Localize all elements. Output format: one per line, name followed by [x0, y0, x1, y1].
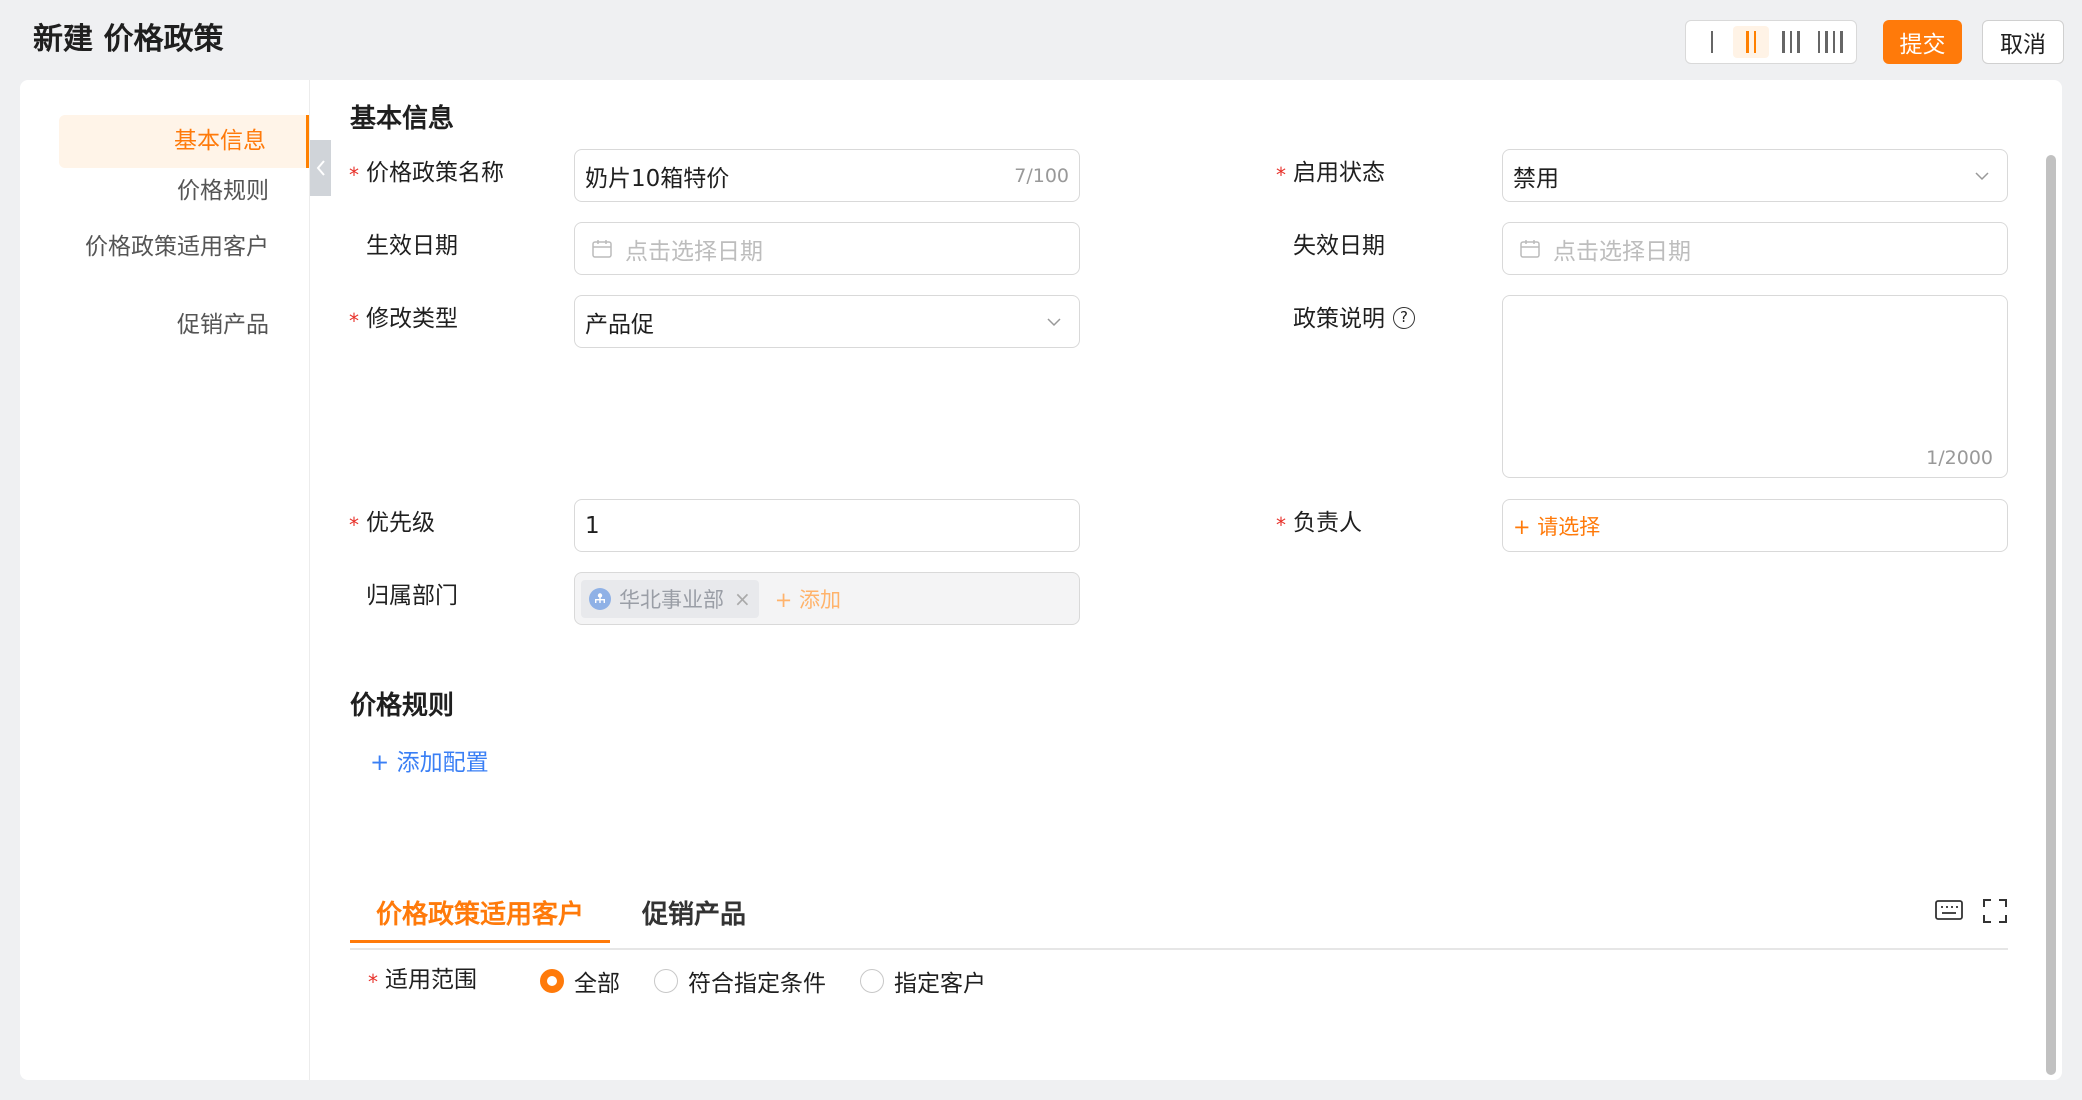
two-column-icon[interactable]: [1733, 26, 1770, 58]
policy-name-value: 奶片10箱特价: [585, 165, 730, 192]
effective-date-placeholder: 点击选择日期: [625, 238, 763, 265]
department-label: 归属部门: [366, 583, 458, 609]
section-title-price-rules: 价格规则: [350, 691, 455, 721]
priority-label: * 优先级: [349, 510, 435, 537]
department-tag-label: 华北事业部: [619, 587, 724, 612]
scope-label: * 适用范围: [368, 967, 477, 994]
owner-label: * 负责人: [1276, 510, 1362, 537]
chevron-down-icon: [1047, 317, 1061, 326]
status-label: * 启用状态: [1276, 160, 1385, 187]
description-label: 政策说明?: [1293, 304, 1415, 334]
radio-unchecked-icon: [860, 969, 884, 993]
policy-name-input[interactable]: 奶片10箱特价 7/100: [574, 149, 1080, 202]
owner-select-link[interactable]: + 请选择: [1513, 511, 1600, 541]
four-column-icon[interactable]: [1812, 26, 1848, 58]
modify-type-value: 产品促: [585, 311, 654, 338]
top-bar: 新建 价格政策 提交 取消: [0, 0, 2082, 80]
detail-tabs: 价格政策适用客户 促销产品: [350, 880, 2008, 950]
department-field: 华北事业部 × + 添加: [574, 572, 1080, 625]
calendar-icon: [592, 239, 612, 258]
help-icon[interactable]: ?: [1393, 306, 1415, 329]
form-card: 基本信息 价格规则 价格政策适用客户 促销产品 基本信息 * 价格政策名称 奶片1…: [20, 80, 2062, 1080]
section-nav: 基本信息 价格规则 价格政策适用客户 促销产品: [20, 80, 310, 1080]
modify-type-label: * 修改类型: [349, 306, 458, 333]
effective-date-picker[interactable]: 点击选择日期: [574, 222, 1080, 275]
modify-type-select[interactable]: 产品促: [574, 295, 1080, 348]
description-textarea[interactable]: 1/2000: [1502, 295, 2008, 478]
chevron-down-icon: [1975, 171, 1989, 180]
nav-item-basic-info[interactable]: 基本信息: [59, 115, 309, 168]
scope-radio-specified-customers[interactable]: 指定客户: [860, 964, 986, 998]
expiry-date-placeholder: 点击选择日期: [1553, 238, 1691, 265]
policy-name-char-count: 7/100: [1014, 164, 1069, 187]
cancel-button[interactable]: 取消: [1982, 20, 2064, 64]
fullscreen-icon[interactable]: [1982, 898, 2008, 924]
org-icon: [589, 587, 611, 610]
effective-date-label: 生效日期: [366, 233, 458, 259]
tab-tools: [1934, 898, 2008, 924]
status-value: 禁用: [1513, 165, 1559, 192]
policy-name-label: * 价格政策名称: [349, 160, 504, 187]
department-tag: 华北事业部 ×: [581, 579, 759, 618]
owner-picker[interactable]: + 请选择: [1502, 499, 2008, 552]
nav-item-price-rules[interactable]: 价格规则: [177, 178, 269, 204]
submit-button[interactable]: 提交: [1883, 20, 1962, 64]
description-char-count: 1/2000: [1926, 447, 1993, 469]
add-config-button[interactable]: + 添加配置: [370, 743, 489, 777]
layout-column-switch: [1685, 20, 1857, 64]
priority-value: 1: [585, 512, 600, 539]
expiry-date-label: 失效日期: [1293, 233, 1385, 259]
collapse-nav-button[interactable]: [310, 140, 331, 196]
page-title: 新建 价格政策: [33, 22, 224, 57]
priority-input[interactable]: 1: [574, 499, 1080, 552]
scrollbar[interactable]: [2046, 155, 2056, 1075]
status-select[interactable]: 禁用: [1502, 149, 2008, 202]
three-column-icon[interactable]: [1773, 26, 1809, 58]
tab-promo-products[interactable]: 促销产品: [616, 890, 772, 940]
calendar-icon: [1520, 239, 1540, 258]
section-title-basic-info: 基本信息: [350, 104, 455, 134]
add-department-button[interactable]: + 添加: [775, 584, 841, 614]
radio-checked-icon: [540, 969, 564, 993]
chevron-left-icon: [316, 160, 325, 176]
nav-item-applicable-customers[interactable]: 价格政策适用客户: [79, 234, 269, 260]
tab-applicable-customers[interactable]: 价格政策适用客户: [350, 890, 611, 943]
scope-radio-condition[interactable]: 符合指定条件: [654, 964, 826, 998]
nav-item-promo-products[interactable]: 促销产品: [177, 312, 269, 338]
one-column-icon[interactable]: [1694, 26, 1730, 58]
close-icon[interactable]: ×: [734, 587, 751, 611]
keyboard-icon[interactable]: [1934, 898, 1964, 922]
radio-unchecked-icon: [654, 969, 678, 993]
scope-radio-all[interactable]: 全部: [540, 964, 620, 998]
expiry-date-picker[interactable]: 点击选择日期: [1502, 222, 2008, 275]
